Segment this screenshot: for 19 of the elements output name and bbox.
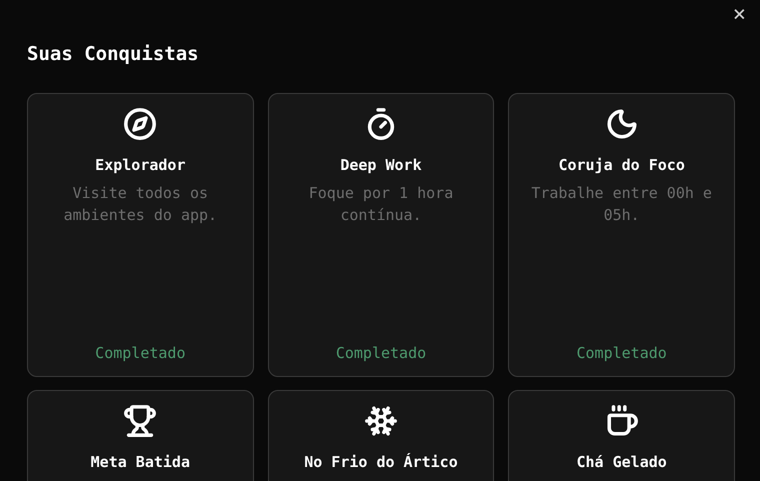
achievement-description: Visite todos os ambientes do app.	[62, 183, 218, 226]
dialog-title: Suas Conquistas	[27, 42, 199, 67]
close-button[interactable]: ×	[728, 4, 750, 26]
achievement-title: Chá Gelado	[576, 452, 667, 473]
achievement-title: Coruja do Foco	[558, 155, 685, 176]
achievement-title: Deep Work	[340, 155, 422, 176]
achievement-title: No Frio do Ártico	[304, 452, 458, 473]
status-label: Completado	[95, 343, 186, 364]
snowflake-icon	[364, 404, 398, 438]
achievement-description: Trabalhe entre 00h e 05h.	[530, 183, 713, 226]
achievement-title: Explorador	[95, 155, 186, 176]
status-label: Completado	[336, 343, 426, 364]
status-label: Completado	[576, 343, 667, 364]
achievement-title: Meta Batida	[90, 452, 190, 473]
achievement-description: Foque por 1 hora contínua.	[308, 183, 454, 226]
compass-icon	[123, 107, 158, 141]
mug-icon	[604, 404, 639, 438]
trophy-icon	[123, 404, 158, 438]
moon-icon	[604, 107, 639, 141]
